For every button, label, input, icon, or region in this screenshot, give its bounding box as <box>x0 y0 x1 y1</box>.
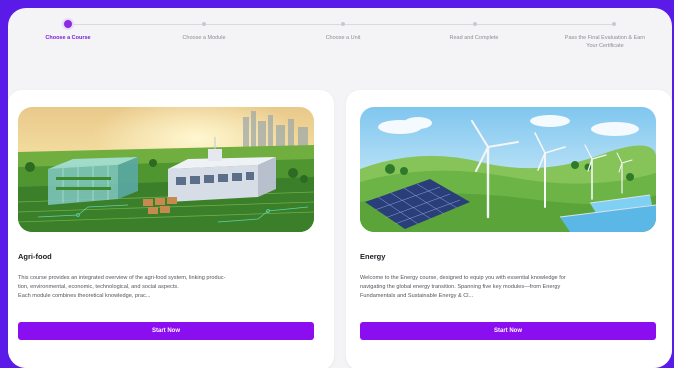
course-description: Welcome to the Energy course, designed t… <box>360 275 566 299</box>
energy-illustration <box>360 107 656 232</box>
step-4-label[interactable]: Read and Complete <box>434 35 514 43</box>
course-title: Agri-food <box>18 252 52 261</box>
step-5-label[interactable]: Pass the Final Evaluation & Earn Your Ce… <box>550 35 660 51</box>
step-3-label[interactable]: Choose a Unit <box>303 35 383 43</box>
step-2-dot <box>202 22 206 26</box>
progress-stepper: Choose a Course Choose a Module Choose a… <box>8 8 672 68</box>
step-3-dot <box>341 22 345 26</box>
step-4-dot <box>473 22 477 26</box>
step-1-dot <box>64 20 72 28</box>
course-title: Energy <box>360 252 386 261</box>
step-2-label[interactable]: Choose a Module <box>164 35 244 43</box>
course-card-agri-food[interactable]: Agri-food This course provides an integr… <box>8 90 334 368</box>
step-1-label[interactable]: Choose a Course <box>28 35 108 43</box>
course-card-energy[interactable]: Energy Welcome to the Energy course, des… <box>346 90 672 368</box>
main-panel: Choose a Course Choose a Module Choose a… <box>8 8 672 368</box>
course-description: This course provides an integrated overv… <box>18 275 226 299</box>
start-now-button[interactable]: Start Now <box>18 322 314 340</box>
start-now-button[interactable]: Start Now <box>360 322 656 340</box>
step-5-dot <box>612 22 616 26</box>
agri-food-illustration <box>18 107 314 232</box>
